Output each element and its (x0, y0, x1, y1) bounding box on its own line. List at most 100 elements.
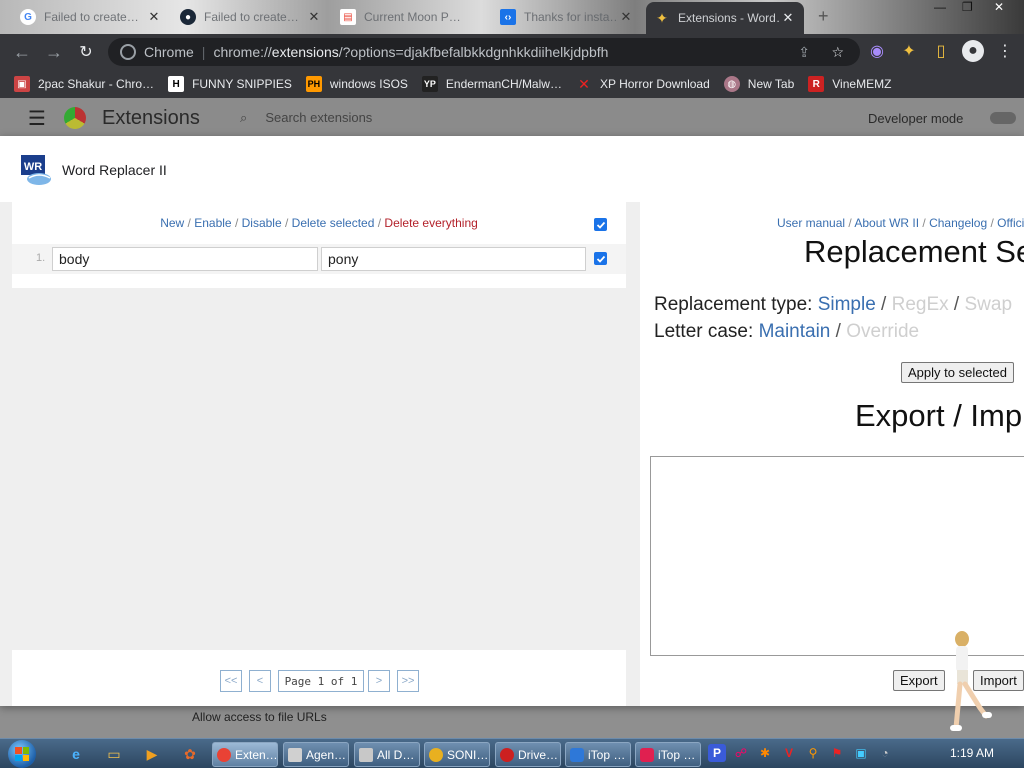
bookmark-item[interactable]: H FUNNY SNIPPIES (168, 76, 292, 92)
taskbar-clock[interactable]: 1:19 AM (950, 746, 994, 760)
delete-selected-link[interactable]: Delete selected (292, 216, 375, 230)
allow-file-urls-label: Allow access to file URLs (192, 710, 327, 724)
hamburger-menu-icon[interactable]: ☰ (28, 106, 46, 131)
developer-mode-toggle[interactable] (990, 112, 1016, 124)
close-icon[interactable]: ✕ (306, 9, 322, 25)
type-regex-option[interactable]: RegEx (892, 294, 949, 315)
check-icon (596, 221, 605, 229)
v-app-icon[interactable]: V (780, 744, 798, 762)
file-explorer-icon[interactable]: ▭ (104, 744, 124, 764)
close-icon[interactable]: ✕ (618, 9, 634, 25)
share-icon[interactable]: ⇪ (798, 44, 810, 61)
new-tab-icon[interactable]: + (818, 6, 829, 27)
bookmark-item[interactable]: R VineMEMZ (808, 76, 891, 92)
tab-5-active[interactable]: ✦ Extensions - Word… ✕ (646, 2, 804, 34)
user-manual-link[interactable]: User manual (777, 216, 845, 230)
row-enabled-checkbox[interactable] (594, 252, 607, 265)
extension-orb-icon[interactable]: ◉ (866, 40, 888, 62)
taskbar-button-itop-1[interactable]: iTop … (565, 742, 631, 767)
side-panel-icon[interactable]: ▯ (930, 40, 952, 62)
back-icon[interactable]: ← (6, 42, 38, 63)
taskbar-button-sonic[interactable]: SONI… (424, 742, 490, 767)
next-page-button[interactable]: > (368, 670, 390, 692)
export-import-textarea[interactable] (650, 456, 1024, 656)
tab-1[interactable]: G Failed to create… ✕ (12, 2, 170, 32)
case-override-option[interactable]: Override (846, 321, 919, 342)
bookmark-item[interactable]: ▣ 2pac Shakur - Chro… (14, 76, 154, 92)
extensions-puzzle-icon[interactable]: ✦ (898, 40, 920, 62)
close-icon[interactable]: ✕ (780, 10, 796, 26)
ph-icon: PH (305, 76, 322, 92)
x-icon: ✕ (578, 75, 590, 92)
bookmark-label: windows ISOS (329, 77, 408, 91)
delete-everything-link[interactable]: Delete everything (384, 216, 477, 230)
google-doc-icon: ▤ (340, 9, 356, 25)
taskbar-button-chrome[interactable]: Exten… (212, 742, 278, 767)
window-icon (288, 747, 302, 762)
bookmark-label: 2pac Shakur - Chro… (38, 77, 155, 91)
minimize-icon[interactable]: — (934, 0, 946, 14)
disable-link[interactable]: Disable (242, 216, 282, 230)
bookmark-item[interactable]: PH windows ISOS (305, 76, 408, 92)
internet-explorer-icon[interactable]: e (66, 744, 86, 764)
enable-link[interactable]: Enable (194, 216, 231, 230)
close-icon[interactable]: ✕ (146, 9, 162, 25)
bookmark-label: XP Horror Download (599, 77, 710, 91)
page-info: Page 1 of 1 (278, 670, 364, 692)
forward-icon[interactable]: → (38, 42, 70, 63)
tab-4[interactable]: ‹› Thanks for insta… ✕ (492, 2, 642, 32)
search-app-icon[interactable]: ⚲ (804, 744, 822, 762)
taskbar-button-agent[interactable]: Agen… (283, 742, 349, 767)
tab-3[interactable]: ▤ Current Moon P… (332, 2, 490, 32)
monitor-icon[interactable]: ▣ (852, 744, 870, 762)
extensions-header: ☰ Extensions ⌕ Search extensions Develop… (0, 98, 1024, 138)
find-input[interactable] (52, 247, 318, 271)
close-window-icon[interactable]: ✕ (994, 0, 1004, 14)
export-button[interactable]: Export (893, 670, 945, 691)
pinned-app-icon[interactable]: ✿ (180, 744, 200, 764)
taskbar-button-all[interactable]: All D… (354, 742, 420, 767)
replace-input[interactable] (321, 247, 586, 271)
tab-title: Failed to create… (44, 10, 139, 24)
profile-avatar-icon[interactable]: ● (962, 40, 984, 62)
taskbar-button-itop-2[interactable]: iTop … (635, 742, 701, 767)
volume-icon[interactable]: ◔ (876, 744, 894, 762)
menu-kebab-icon[interactable]: ⋮ (994, 40, 1016, 62)
search-extensions[interactable]: ⌕ Search extensions (240, 110, 372, 126)
start-button[interactable] (8, 740, 36, 768)
chrome-icon (217, 747, 231, 762)
media-player-icon[interactable]: ▶ (142, 744, 162, 764)
new-link[interactable]: New (160, 216, 184, 230)
about-link[interactable]: About WR II (854, 216, 919, 230)
reload-icon[interactable]: ↻ (70, 42, 102, 62)
flag-icon[interactable]: ⚑ (828, 744, 846, 762)
taskbar-button-driver[interactable]: Drive… (495, 742, 561, 767)
export-import-heading: Export / Imp… (855, 398, 1024, 433)
prev-page-button[interactable]: < (249, 670, 271, 692)
table-row: 1. (12, 244, 626, 274)
apply-to-selected-button[interactable]: Apply to selected (901, 362, 1015, 383)
type-swap-option[interactable]: Swap (965, 294, 1013, 315)
changelog-link[interactable]: Changelog (929, 216, 987, 230)
bookmark-item[interactable]: YP EndermanCH/Malw… (421, 76, 562, 92)
game-icon[interactable]: ☍ (732, 744, 750, 762)
maximize-icon[interactable]: ❐ (962, 0, 973, 14)
bookmark-item[interactable]: ✕ XP Horror Download (576, 76, 710, 92)
case-maintain-option[interactable]: Maintain (759, 321, 831, 342)
tab-2[interactable]: ● Failed to create… ✕ (172, 2, 330, 32)
official-link[interactable]: Offici… (997, 216, 1024, 230)
type-simple-option[interactable]: Simple (818, 294, 876, 315)
separator: / (875, 294, 892, 315)
last-page-button[interactable]: >> (397, 670, 419, 692)
tab-strip: G Failed to create… ✕ ● Failed to create… (0, 0, 1024, 34)
p-app-icon[interactable]: P (708, 744, 726, 762)
select-all-checkbox[interactable] (594, 218, 607, 231)
bookmark-item[interactable]: ◍ New Tab (723, 76, 794, 92)
gear-icon[interactable]: ✱ (756, 744, 774, 762)
extension-page-icon: ‹› (500, 9, 516, 25)
taskbar-label: Agen… (306, 747, 347, 762)
first-page-button[interactable]: << (220, 670, 242, 692)
omnibox[interactable]: Chrome | chrome://extensions/?options=dj… (108, 38, 860, 66)
bookmark-star-icon[interactable]: ☆ (831, 44, 844, 61)
r-icon: R (808, 76, 825, 92)
